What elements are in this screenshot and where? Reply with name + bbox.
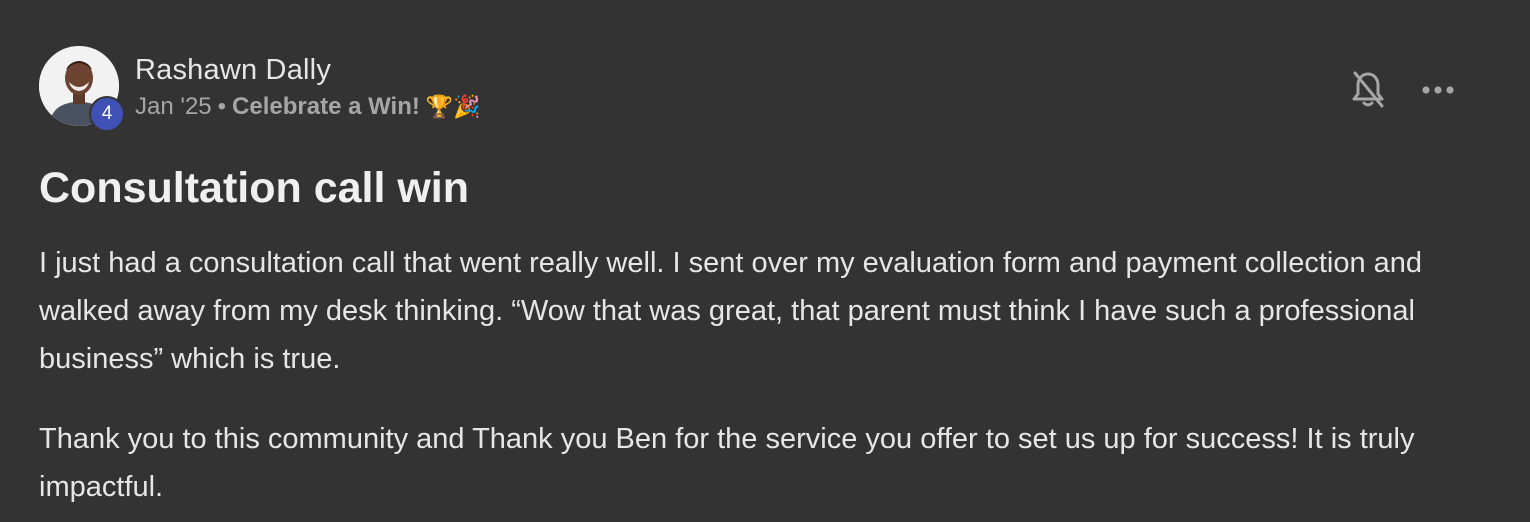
post-body: I just had a consultation call that went…: [39, 239, 1499, 522]
post-meta: Jan '25 • Celebrate a Win! 🏆🎉: [135, 92, 481, 122]
more-horizontal-icon: [1422, 86, 1454, 94]
post-actions: [1346, 68, 1460, 112]
more-options-button[interactable]: [1416, 68, 1460, 112]
meta-separator: •: [217, 93, 227, 120]
level-badge: 4: [89, 96, 125, 132]
category-emoji: 🏆🎉: [425, 94, 481, 119]
author-avatar-wrap[interactable]: 4: [39, 46, 125, 132]
author-name[interactable]: Rashawn Dally: [135, 52, 481, 88]
post-header: 4 Rashawn Dally Jan '25 • Celebrate a Wi…: [39, 46, 481, 132]
post-category[interactable]: Celebrate a Win!: [232, 92, 420, 122]
author-meta: Rashawn Dally Jan '25 • Celebrate a Win!…: [135, 46, 481, 122]
post-card: 4 Rashawn Dally Jan '25 • Celebrate a Wi…: [0, 0, 1530, 522]
post-paragraph: I just had a consultation call that went…: [39, 247, 1423, 375]
post-paragraph: Thank you to this community and Thank yo…: [39, 423, 1415, 503]
post-date[interactable]: Jan '25: [135, 92, 212, 122]
bell-off-icon: [1352, 71, 1384, 108]
notifications-button[interactable]: [1346, 68, 1390, 112]
post-title: Consultation call win: [39, 164, 470, 212]
